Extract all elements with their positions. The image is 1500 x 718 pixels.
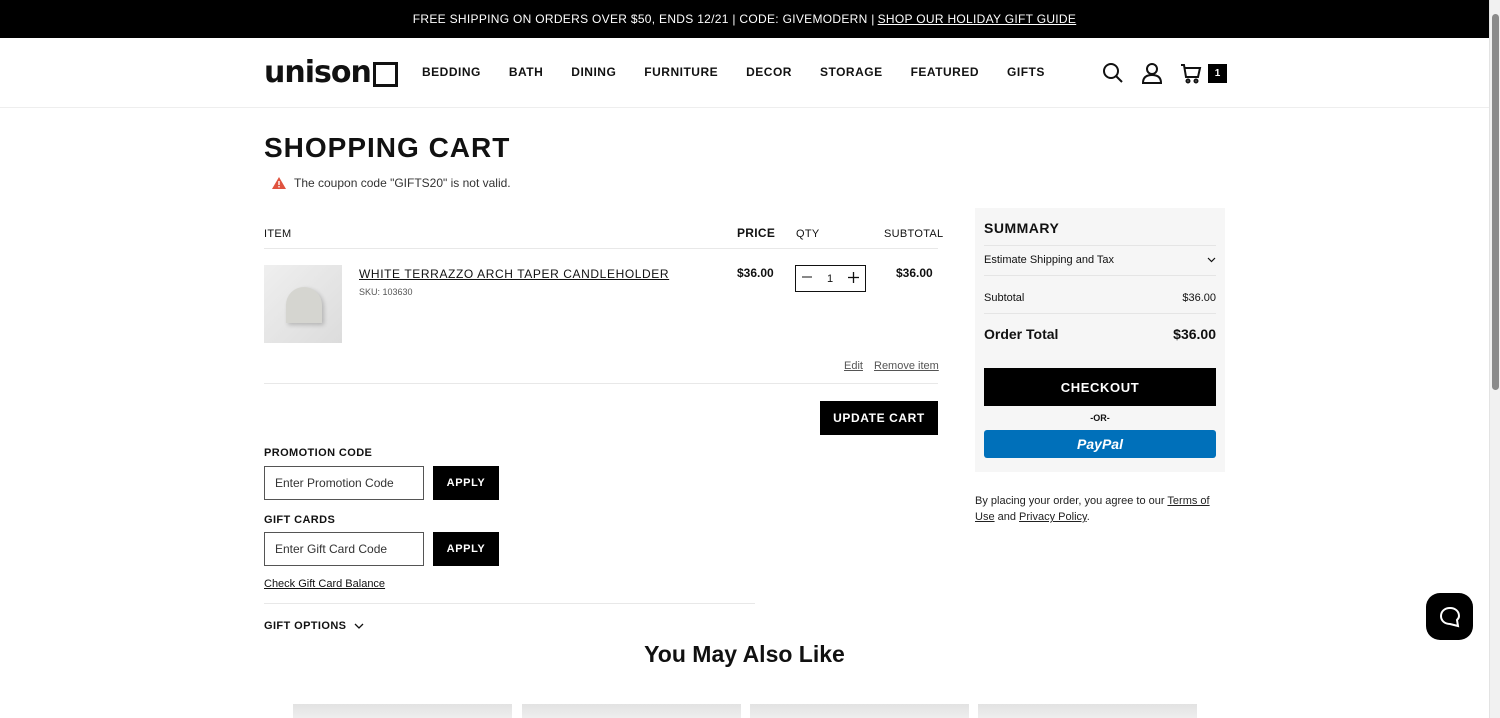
nav-furniture[interactable]: FURNITURE [644,65,718,79]
summary-divider [984,275,1216,276]
promotion-code-input[interactable] [264,466,424,500]
promo-bar: FREE SHIPPING ON ORDERS OVER $50, ENDS 1… [0,0,1489,38]
cart-link[interactable]: 1 [1180,62,1227,84]
scrollbar-thumb[interactable] [1492,14,1499,390]
order-total-row: Order Total $36.00 [984,326,1216,342]
gift-options-label: GIFT OPTIONS [264,620,347,632]
alert-text: The coupon code "GIFTS20" is not valid. [294,176,511,190]
quantity-stepper: 1 [795,265,866,292]
product-name-link[interactable]: WHITE TERRAZZO ARCH TAPER CANDLEHOLDER [359,267,669,281]
quantity-value[interactable]: 1 [827,273,833,285]
nav-bath[interactable]: BATH [509,65,543,79]
apply-promotion-button[interactable]: APPLY [433,466,499,500]
page-scrollbar[interactable] [1489,0,1500,718]
logo-text: unison [264,55,372,90]
summary-divider [984,245,1216,246]
nav-gifts[interactable]: GIFTS [1007,65,1045,79]
estimate-shipping-label: Estimate Shipping and Tax [984,254,1115,266]
update-cart-button[interactable]: UPDATE CART [820,401,938,435]
column-subtotal: SUBTOTAL [884,228,944,240]
table-header-divider [264,248,938,249]
header-icons: 1 [1102,62,1227,84]
terms-prefix: By placing your order, you agree to our [975,495,1165,507]
minus-icon[interactable] [802,272,812,285]
check-gift-card-balance-link[interactable]: Check Gift Card Balance [264,578,385,590]
column-qty: QTY [796,228,820,240]
promo-text: FREE SHIPPING ON ORDERS OVER $50, ENDS 1… [412,12,875,26]
product-price: $36.00 [737,266,774,280]
subtotal-row: Subtotal $36.00 [984,292,1216,304]
nav-featured[interactable]: FEATURED [911,65,979,79]
warning-icon [272,177,286,189]
recommendations-title: You May Also Like [644,641,845,667]
cart-icon [1181,64,1202,84]
gift-card-input[interactable] [264,532,424,566]
gift-divider [264,603,755,604]
candleholder-shape [286,287,322,323]
edit-item-link[interactable]: Edit [844,360,863,372]
chat-icon [1439,606,1460,627]
or-separator: -OR- [1090,413,1110,423]
page-title: SHOPPING CART [264,132,511,163]
site-header: unison BEDDING BATH DINING FURNITURE DEC… [0,38,1489,108]
privacy-policy-link[interactable]: Privacy Policy [1019,511,1087,523]
summary-divider [984,313,1216,314]
promotion-code-label: PROMOTION CODE [264,447,373,459]
recommendation-card[interactable] [750,704,969,718]
order-total-label: Order Total [984,326,1059,342]
main-nav: BEDDING BATH DINING FURNITURE DECOR STOR… [422,65,1045,79]
cart-count-badge: 1 [1208,63,1227,83]
product-image[interactable] [264,265,342,343]
estimate-shipping-toggle[interactable]: Estimate Shipping and Tax [984,253,1216,267]
subtotal-label: Subtotal [984,292,1025,304]
nav-bedding[interactable]: BEDDING [422,65,481,79]
terms-notice: By placing your order, you agree to our … [975,493,1225,525]
remove-item-link[interactable]: Remove item [874,360,939,372]
order-total-value: $36.00 [1173,326,1216,342]
chevron-down-icon [1207,257,1216,263]
summary-title: SUMMARY [984,220,1060,236]
logo[interactable]: unison [264,58,398,88]
recommendation-card[interactable] [978,704,1197,718]
product-subtotal: $36.00 [896,266,933,280]
chevron-down-icon [354,623,364,629]
account-icon[interactable] [1141,62,1163,84]
gift-options-toggle[interactable]: GIFT OPTIONS [264,620,364,632]
logo-square [372,61,398,87]
checkout-button[interactable]: CHECKOUT [984,368,1216,406]
apply-gift-card-button[interactable]: APPLY [433,532,499,566]
gift-cards-label: GIFT CARDS [264,514,336,526]
search-icon[interactable] [1102,62,1124,84]
paypal-button[interactable]: PayPal [984,430,1216,458]
gift-guide-link[interactable]: SHOP OUR HOLIDAY GIFT GUIDE [878,12,1077,26]
column-item: ITEM [264,228,292,240]
nav-dining[interactable]: DINING [571,65,616,79]
terms-suffix: . [1086,511,1090,523]
item-divider [264,383,938,384]
plus-icon[interactable] [848,271,859,286]
product-sku: SKU: 103630 [359,287,413,297]
recommendation-card[interactable] [293,704,512,718]
nav-decor[interactable]: DECOR [746,65,792,79]
subtotal-value: $36.00 [1182,292,1216,304]
nav-storage[interactable]: STORAGE [820,65,883,79]
coupon-error-alert: The coupon code "GIFTS20" is not valid. [272,176,511,190]
column-price: PRICE [737,226,776,240]
recommendation-card[interactable] [522,704,741,718]
chat-button[interactable] [1426,593,1473,640]
terms-and: and [997,511,1016,523]
